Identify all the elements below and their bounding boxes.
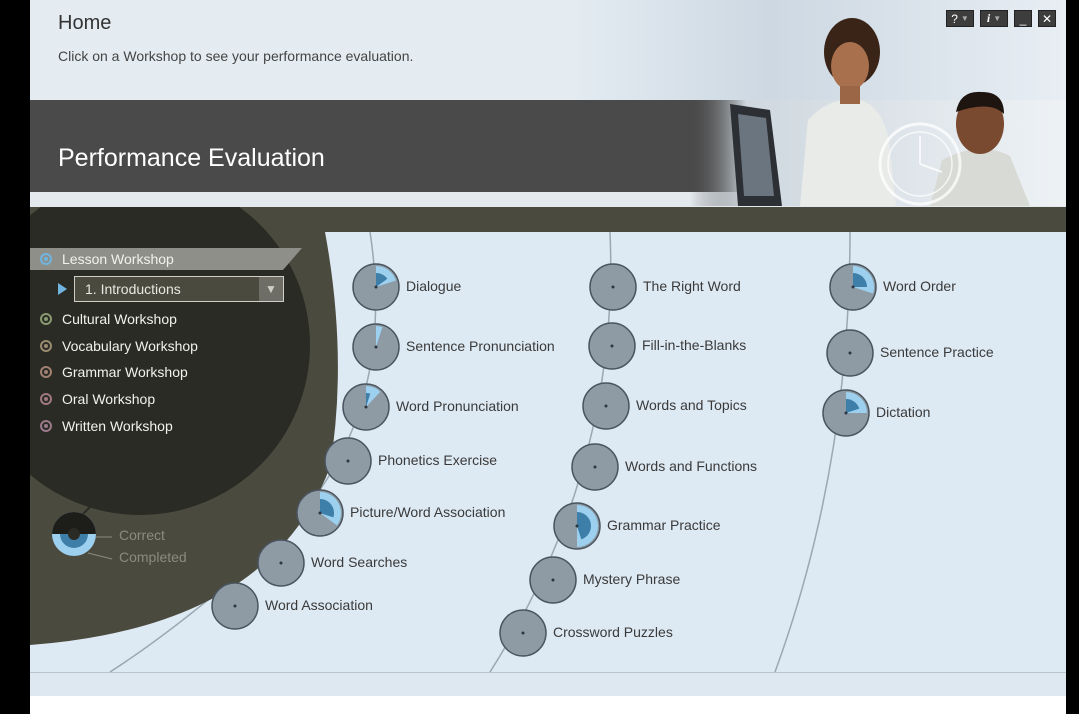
exercise-label[interactable]: Phonetics Exercise xyxy=(378,452,497,468)
lesson-select[interactable]: 1. Introductions ▼ xyxy=(74,276,284,302)
legend-correct-label: Correct xyxy=(119,527,165,543)
exercise-node[interactable] xyxy=(553,502,601,550)
woman-neck xyxy=(840,86,860,104)
cultural-workshop-icon xyxy=(40,313,52,325)
exercise-label[interactable]: Sentence Practice xyxy=(880,344,994,360)
exercise-label[interactable]: Picture/Word Association xyxy=(350,504,505,520)
menu-cultural-workshop[interactable]: Cultural Workshop xyxy=(38,308,177,330)
menu-oral-workshop[interactable]: Oral Workshop xyxy=(38,388,155,410)
exercise-node[interactable] xyxy=(342,383,390,431)
page-title: Home xyxy=(58,12,112,34)
node-center-dot xyxy=(521,631,525,635)
lesson-workshop-icon xyxy=(40,253,52,265)
exercise-label[interactable]: Dictation xyxy=(876,404,930,420)
exercise-label[interactable]: Word Association xyxy=(265,597,373,613)
exercise-node[interactable] xyxy=(324,437,372,485)
menu-lesson-workshop[interactable]: Lesson Workshop xyxy=(30,248,302,270)
node-center-dot xyxy=(575,524,579,528)
bottom-margin xyxy=(30,696,1066,714)
exercise-label[interactable]: Mystery Phrase xyxy=(583,571,680,587)
node-center-dot xyxy=(374,285,378,289)
exercise-node[interactable] xyxy=(352,323,400,371)
node-center-dot xyxy=(610,344,614,348)
exercise-node[interactable] xyxy=(352,263,400,311)
exercise-label[interactable]: Sentence Pronunciation xyxy=(406,338,555,354)
exercise-label[interactable]: Words and Topics xyxy=(636,397,747,413)
exercise-node[interactable] xyxy=(529,556,577,604)
written-workshop-icon xyxy=(40,420,52,432)
banner-title: Performance Evaluation xyxy=(58,144,325,172)
legend-ring-center xyxy=(68,528,80,540)
exercise-node[interactable] xyxy=(211,582,259,630)
node-center-dot xyxy=(374,345,378,349)
exercise-node[interactable] xyxy=(829,263,877,311)
menu-item-label: Lesson Workshop xyxy=(62,251,174,267)
node-center-dot xyxy=(233,604,237,608)
menu-item-label: Cultural Workshop xyxy=(62,311,177,327)
woman-face xyxy=(831,42,869,90)
oral-workshop-icon xyxy=(40,393,52,405)
exercise-node[interactable] xyxy=(257,539,305,587)
node-center-dot xyxy=(844,411,848,415)
node-center-dot xyxy=(848,351,852,355)
people-photo xyxy=(690,18,1066,206)
menu-item-label: Oral Workshop xyxy=(62,391,156,407)
menu-vocabulary-workshop[interactable]: Vocabulary Workshop xyxy=(38,335,198,357)
exercise-node[interactable] xyxy=(296,489,344,537)
vocabulary-workshop-icon xyxy=(40,340,52,352)
exercise-node[interactable] xyxy=(499,609,547,657)
node-center-dot xyxy=(611,285,615,289)
exercise-label[interactable]: Word Pronunciation xyxy=(396,398,519,414)
exercise-node[interactable] xyxy=(589,263,637,311)
exercise-node[interactable] xyxy=(588,322,636,370)
node-center-dot xyxy=(604,404,608,408)
node-center-dot xyxy=(364,405,368,409)
exercise-label[interactable]: The Right Word xyxy=(643,278,741,294)
exercise-node[interactable] xyxy=(571,443,619,491)
footer-bar xyxy=(30,672,1066,697)
exercise-label[interactable]: Crossword Puzzles xyxy=(553,624,673,640)
menu-written-workshop[interactable]: Written Workshop xyxy=(38,415,173,437)
exercise-node[interactable] xyxy=(826,329,874,377)
node-center-dot xyxy=(318,511,322,515)
lesson-select-value: 1. Introductions xyxy=(85,281,181,297)
exercise-label[interactable]: Word Order xyxy=(883,278,956,294)
exercise-label[interactable]: Grammar Practice xyxy=(607,517,721,533)
exercise-node[interactable] xyxy=(582,382,630,430)
exercise-label[interactable]: Words and Functions xyxy=(625,458,757,474)
exercise-node[interactable] xyxy=(822,389,870,437)
exercise-label[interactable]: Dialogue xyxy=(406,278,461,294)
selected-lesson-arrow-icon xyxy=(58,283,67,295)
menu-item-label: Written Workshop xyxy=(62,418,173,434)
exercise-label[interactable]: Word Searches xyxy=(311,554,407,570)
menu-item-label: Vocabulary Workshop xyxy=(62,338,198,354)
node-center-dot xyxy=(551,578,555,582)
node-center-dot xyxy=(851,285,855,289)
node-center-dot xyxy=(346,459,350,463)
legend-completed-label: Completed xyxy=(119,549,187,565)
menu-item-label: Grammar Workshop xyxy=(62,364,188,380)
chevron-down-icon[interactable]: ▼ xyxy=(259,277,283,301)
page-subtitle: Click on a Workshop to see your performa… xyxy=(58,48,414,64)
legend-ring xyxy=(52,512,96,556)
node-center-dot xyxy=(593,465,597,469)
grammar-workshop-icon xyxy=(40,366,52,378)
exercise-label[interactable]: Fill-in-the-Blanks xyxy=(642,337,746,353)
node-center-dot xyxy=(279,561,283,565)
menu-grammar-workshop[interactable]: Grammar Workshop xyxy=(38,361,188,383)
